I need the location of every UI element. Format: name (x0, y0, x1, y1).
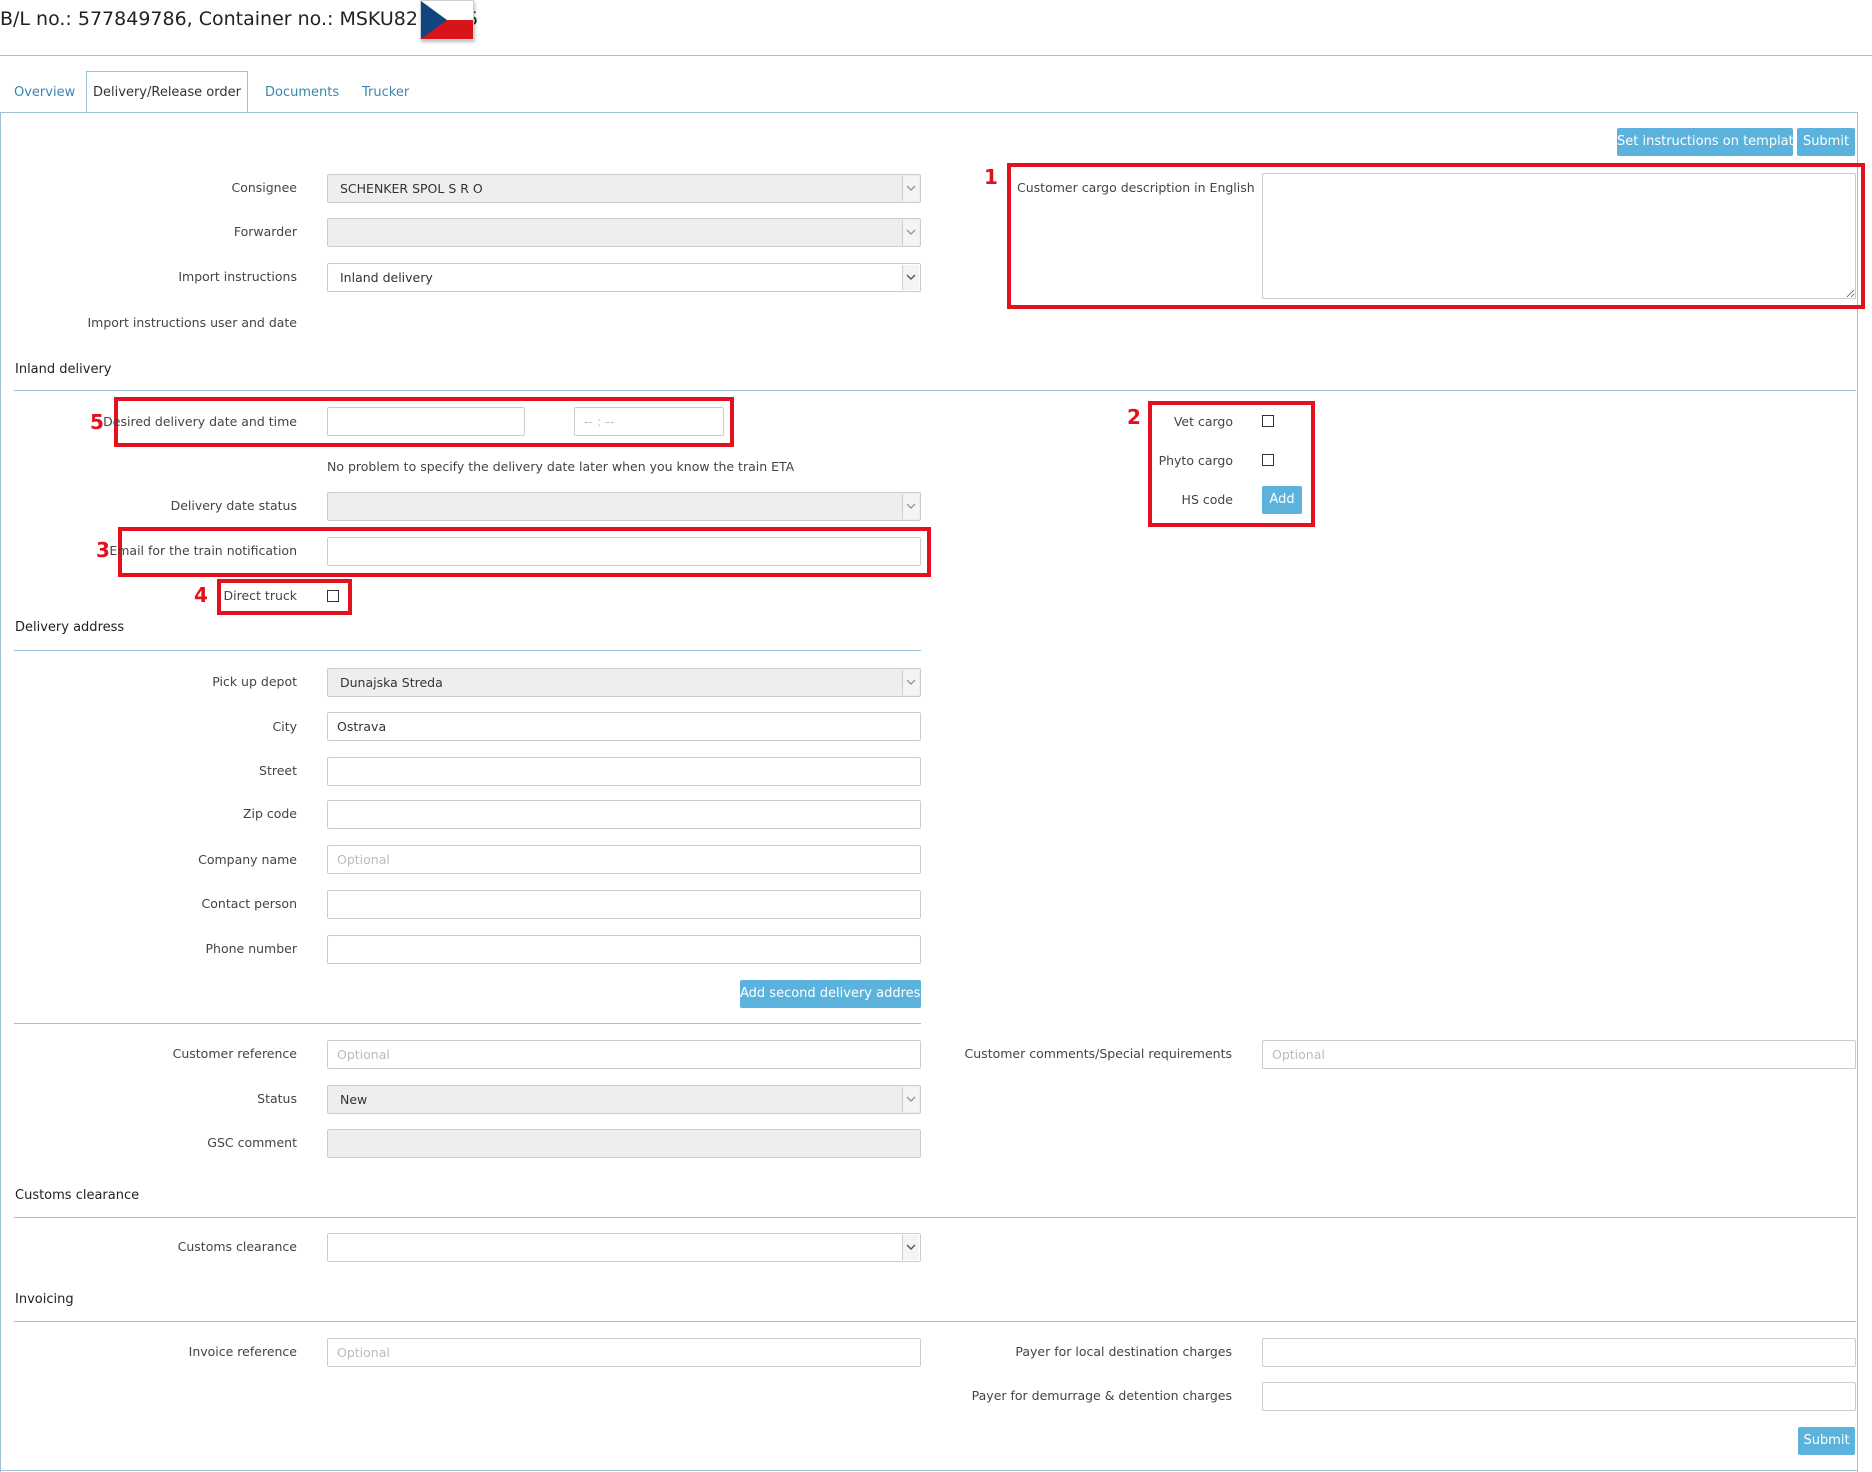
delivery-date-status-select[interactable] (327, 492, 921, 521)
invoice-reference-input[interactable] (327, 1338, 921, 1367)
import-instructions-value: Inland delivery (340, 270, 433, 285)
chevron-down-icon (902, 494, 919, 519)
cargo-description-textarea[interactable] (1262, 173, 1856, 299)
gsc-comment-label: GSC comment (207, 1135, 297, 1150)
contact-person-input[interactable] (327, 890, 921, 919)
payer-demurrage-input[interactable] (1262, 1382, 1856, 1411)
tabs-divider (0, 112, 1857, 113)
delivery-date-status-label: Delivery date status (170, 498, 297, 513)
panel-border-right (1857, 112, 1858, 1472)
phone-number-label: Phone number (205, 941, 297, 956)
customer-comments-label: Customer comments/Special requirements (964, 1046, 1232, 1061)
hs-code-add-button[interactable]: Add (1262, 486, 1302, 514)
pickup-depot-value: Dunajska Streda (340, 675, 443, 690)
import-instructions-select[interactable]: Inland delivery (327, 263, 921, 292)
phyto-cargo-checkbox[interactable] (1262, 454, 1274, 466)
invoicing-divider (14, 1321, 1856, 1322)
direct-truck-label: Direct truck (223, 588, 297, 603)
status-select[interactable]: New (327, 1085, 921, 1114)
chevron-down-icon (902, 1087, 919, 1112)
consignee-select[interactable]: SCHENKER SPOL S R O (327, 174, 921, 203)
inland-delivery-section-title: Inland delivery (15, 362, 112, 377)
train-notification-email-label: Email for the train notification (109, 543, 297, 558)
submit-button[interactable]: Submit (1797, 128, 1855, 156)
chevron-down-icon (902, 1235, 919, 1260)
forwarder-select[interactable] (327, 218, 921, 247)
invoicing-section-title: Invoicing (15, 1292, 74, 1307)
inland-delivery-divider (14, 390, 1856, 391)
payer-local-charges-label: Payer for local destination charges (1015, 1344, 1232, 1359)
delivery-address-section-title: Delivery address (15, 620, 125, 635)
street-label: Street (259, 763, 297, 778)
chevron-down-icon (902, 265, 919, 290)
panel-border-left (0, 112, 1, 1472)
chevron-down-icon (902, 670, 919, 695)
direct-truck-checkbox[interactable] (327, 590, 339, 602)
status-value: New (340, 1092, 368, 1107)
consignee-value: SCHENKER SPOL S R O (340, 181, 483, 196)
delivery-address-divider (14, 650, 921, 651)
cargo-description-label: Customer cargo description in English (1017, 180, 1255, 195)
import-user-date-label: Import instructions user and date (87, 315, 297, 330)
chevron-down-icon (902, 220, 919, 245)
train-notification-email-input[interactable] (327, 537, 921, 566)
tab-trucker[interactable]: Trucker (362, 82, 409, 112)
customer-comments-input[interactable] (1262, 1040, 1856, 1069)
vet-cargo-label: Vet cargo (1173, 414, 1233, 429)
delivery-time-input[interactable] (574, 407, 724, 436)
add-second-delivery-address-button[interactable]: Add second delivery address (740, 980, 927, 1008)
status-label: Status (257, 1091, 297, 1106)
phyto-cargo-label: Phyto cargo (1158, 453, 1233, 468)
customs-clearance-select[interactable] (327, 1233, 921, 1262)
delivery-date-input[interactable] (327, 407, 525, 436)
gsc-comment-input (327, 1129, 921, 1158)
page-title: B/L no.: 577849786, Container no.: MSKU8… (0, 8, 479, 30)
customs-clearance-label: Customs clearance (177, 1239, 297, 1254)
set-instructions-template-button[interactable]: Set instructions on template (1617, 128, 1802, 156)
pickup-depot-select[interactable]: Dunajska Streda (327, 668, 921, 697)
zip-code-label: Zip code (242, 806, 297, 821)
customs-clearance-divider (14, 1217, 1856, 1218)
customer-reference-label: Customer reference (172, 1046, 297, 1061)
zip-code-input[interactable] (327, 800, 921, 829)
tab-overview[interactable]: Overview (14, 82, 75, 112)
contact-person-label: Contact person (201, 896, 297, 911)
delivery-date-hint: No problem to specify the delivery date … (327, 459, 795, 474)
header-divider (0, 55, 1872, 56)
pickup-depot-label: Pick up depot (212, 674, 297, 689)
customs-clearance-section-title: Customs clearance (15, 1188, 140, 1203)
customer-reference-input[interactable] (327, 1040, 921, 1069)
city-input[interactable] (327, 712, 921, 741)
tab-documents[interactable]: Documents (265, 82, 339, 112)
company-name-input[interactable] (327, 845, 921, 874)
panel-border-bottom (0, 1470, 1858, 1471)
payer-local-charges-input[interactable] (1262, 1338, 1856, 1367)
phone-number-input[interactable] (327, 935, 921, 964)
address-end-divider (14, 1023, 921, 1024)
annotation-number-2: 2 (1127, 405, 1141, 429)
tab-delivery-release-order[interactable]: Delivery/Release order (86, 71, 248, 113)
import-instructions-label: Import instructions (178, 269, 297, 284)
czech-flag-icon (420, 0, 474, 40)
consignee-label: Consignee (231, 180, 297, 195)
hs-code-label: HS code (1181, 492, 1233, 507)
company-name-label: Company name (198, 852, 297, 867)
vet-cargo-checkbox[interactable] (1262, 415, 1274, 427)
invoice-reference-label: Invoice reference (188, 1344, 297, 1359)
chevron-down-icon (902, 176, 919, 201)
annotation-number-1: 1 (984, 165, 998, 189)
submit-bottom-button[interactable]: Submit (1798, 1427, 1855, 1455)
forwarder-label: Forwarder (233, 224, 297, 239)
street-input[interactable] (327, 757, 921, 786)
payer-demurrage-label: Payer for demurrage & detention charges (971, 1388, 1232, 1403)
city-label: City (272, 719, 298, 734)
desired-delivery-date-label: Desired delivery date and time (103, 414, 297, 429)
